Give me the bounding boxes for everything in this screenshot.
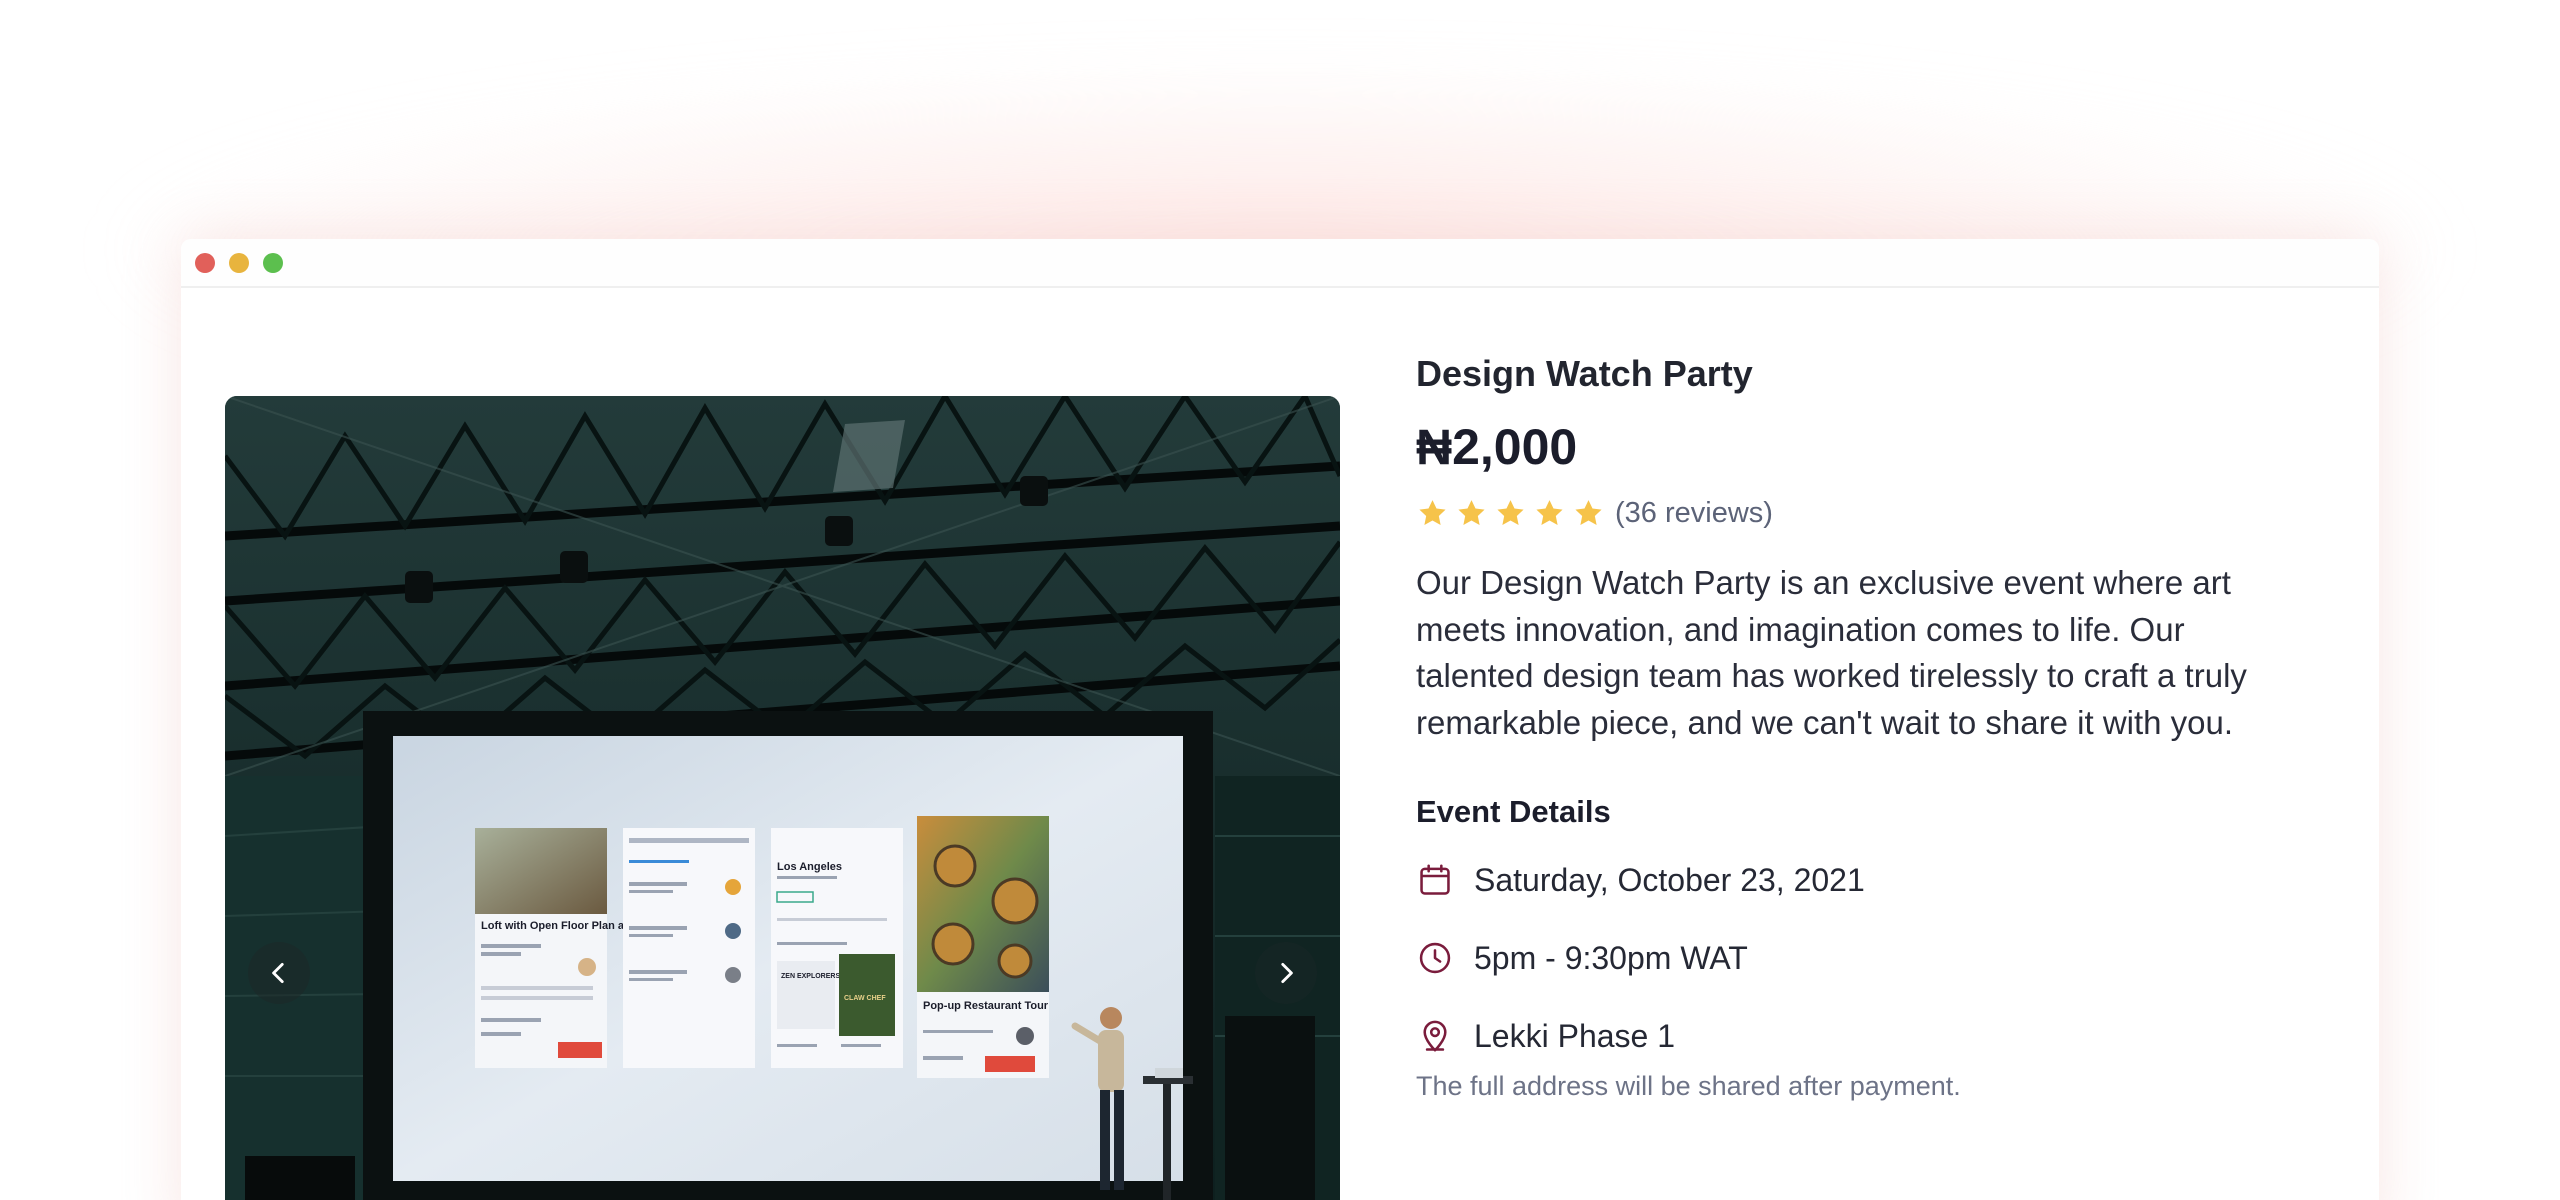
star-icon bbox=[1575, 499, 1602, 525]
calendar-icon bbox=[1420, 864, 1450, 895]
screen-card4-title: Pop-up Restaurant Tour bbox=[923, 1000, 1049, 1012]
event-date-row: Saturday, October 23, 2021 bbox=[1416, 857, 2276, 903]
star-icon bbox=[1419, 499, 1446, 525]
clock-icon bbox=[1419, 942, 1451, 974]
reviews-link[interactable]: (36 reviews) bbox=[1615, 497, 1773, 530]
star-icon bbox=[1458, 499, 1485, 525]
screen-card3-book2-title: CLAW CHEF bbox=[844, 995, 886, 1002]
star-rating bbox=[1416, 497, 1605, 530]
chevron-right-icon bbox=[1281, 962, 1293, 984]
window-titlebar bbox=[181, 239, 2379, 288]
page: Loft with Open Floor Plan and Kitchen Lo… bbox=[0, 0, 2560, 1200]
event-location-row: Lekki Phase 1 bbox=[1416, 1013, 2276, 1059]
browser-window: Loft with Open Floor Plan and Kitchen Lo… bbox=[181, 239, 2379, 1200]
star-icon bbox=[1536, 499, 1563, 525]
event-details-heading: Event Details bbox=[1416, 794, 1611, 829]
event-description: Our Design Watch Party is an exclusive e… bbox=[1416, 564, 2247, 741]
event-title: Design Watch Party bbox=[1416, 353, 1753, 394]
event-date: Saturday, October 23, 2021 bbox=[1474, 861, 1865, 898]
address-note: The full address will be shared after pa… bbox=[1416, 1071, 1961, 1101]
screen-card3-title: Los Angeles bbox=[777, 861, 842, 873]
star-icon bbox=[1497, 499, 1524, 525]
chevron-left-icon bbox=[272, 962, 284, 984]
minimize-window-button[interactable] bbox=[229, 252, 249, 273]
event-price: ₦2,000 bbox=[1416, 419, 1578, 475]
event-location: Lekki Phase 1 bbox=[1474, 1017, 1676, 1054]
carousel-next-button[interactable] bbox=[1255, 942, 1317, 1004]
maximize-window-button[interactable] bbox=[263, 252, 283, 273]
event-rating: (36 reviews) bbox=[1416, 493, 2276, 533]
event-time-row: 5pm - 9:30pm WAT bbox=[1416, 935, 2276, 981]
image-carousel: Loft with Open Floor Plan and Kitchen Lo… bbox=[225, 396, 1340, 1200]
carousel-prev-button[interactable] bbox=[248, 942, 310, 1004]
close-window-button[interactable] bbox=[195, 252, 215, 273]
event-info: Design Watch Party ₦2,000 (36 reviews) O… bbox=[1416, 349, 2276, 1102]
event-time: 5pm - 9:30pm WAT bbox=[1474, 939, 1748, 976]
map-pin-icon bbox=[1423, 1020, 1447, 1052]
screen-card3-book-title: ZEN EXPLORERS bbox=[781, 973, 840, 980]
event-photo: Loft with Open Floor Plan and Kitchen Lo… bbox=[225, 396, 1340, 1200]
